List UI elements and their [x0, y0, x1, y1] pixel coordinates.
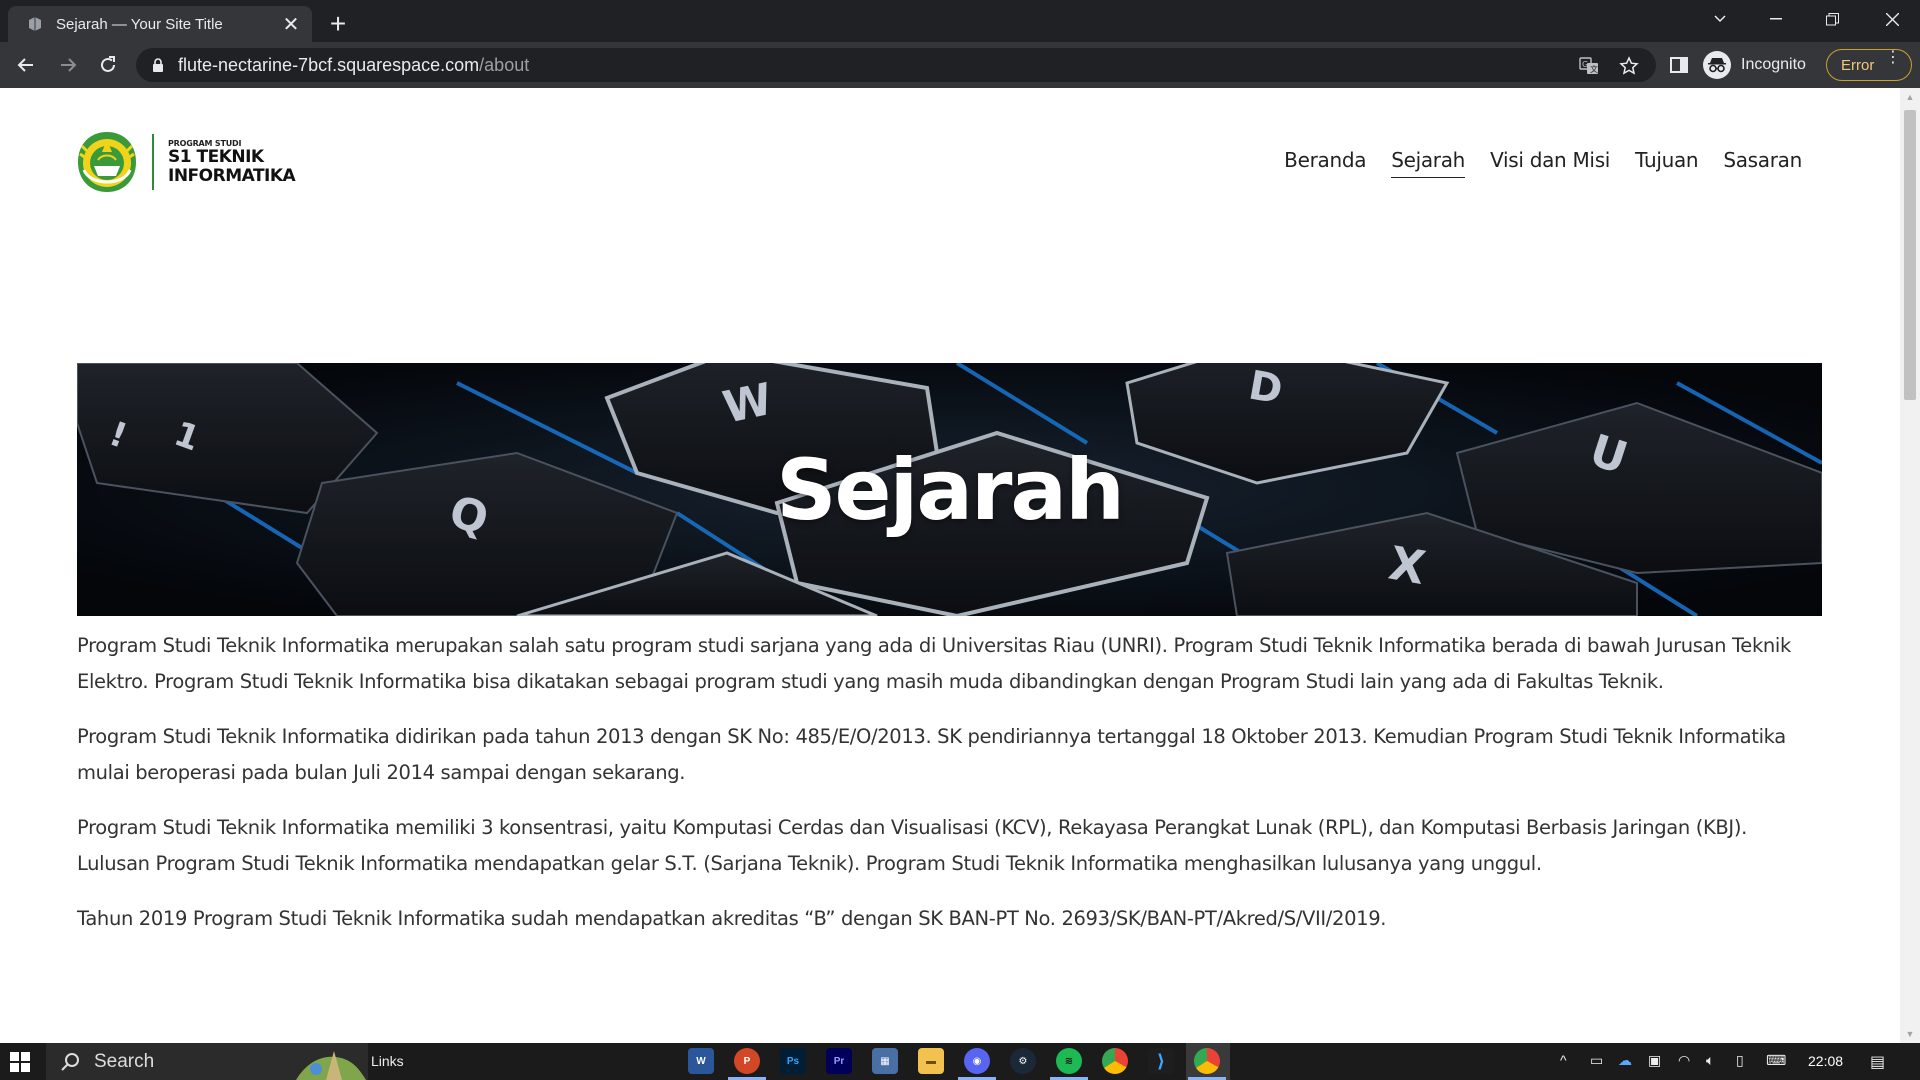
web-page: PROGRAM STUDI S1 TEKNIK INFORMATIKA Bera…	[0, 88, 1900, 1043]
tab-search-icon[interactable]	[1692, 0, 1748, 38]
site-navigation: Beranda Sejarah Visi dan Misi Tujuan Sas…	[1284, 148, 1802, 178]
display-icon[interactable]: ▣	[1648, 1052, 1661, 1069]
page-favicon-icon	[26, 15, 44, 33]
svg-text:文: 文	[1590, 64, 1598, 74]
steam-app-icon[interactable]: ⚙	[1010, 1048, 1036, 1074]
nav-sejarah[interactable]: Sejarah	[1391, 148, 1465, 178]
battery-icon[interactable]: ▭	[1590, 1052, 1603, 1069]
vscode-app-icon[interactable]: ⟩	[1148, 1048, 1174, 1074]
device-icon[interactable]: ▯	[1736, 1052, 1744, 1069]
svg-text:G: G	[1582, 60, 1588, 69]
scroll-down-icon[interactable]: ▼	[1905, 1029, 1915, 1039]
profile-label: Incognito	[1741, 56, 1806, 73]
side-panel-icon[interactable]	[1665, 51, 1693, 79]
close-window-button[interactable]	[1864, 0, 1920, 38]
discord-app-icon[interactable]: ◉	[964, 1048, 990, 1074]
chrome-app-icon[interactable]	[1102, 1048, 1128, 1074]
scrollbar-thumb[interactable]	[1904, 110, 1916, 400]
spotify-app-icon[interactable]: ≋	[1056, 1048, 1082, 1074]
logo-text: PROGRAM STUDI S1 TEKNIK INFORMATIKA	[168, 139, 296, 186]
tab-title: Sejarah — Your Site Title	[56, 15, 223, 33]
links-toolbar-label[interactable]: Links	[371, 1053, 404, 1069]
paragraph-2: Program Studi Teknik Informatika didirik…	[77, 725, 1786, 784]
hero-title: Sejarah	[776, 440, 1125, 539]
windows-taskbar: Search Links W P Ps Pr ▦ ▬ ◉ ⚙ ≋ ⟩ ^ ▭ ☁…	[0, 1043, 1920, 1080]
keyboard-icon[interactable]: ⌨	[1766, 1052, 1786, 1069]
forward-button[interactable]	[52, 49, 84, 81]
address-bar[interactable]: flute-nectarine-7bcf.squarespace.com/abo…	[136, 48, 1656, 82]
browser-toolbar: flute-nectarine-7bcf.squarespace.com/abo…	[0, 42, 1920, 88]
university-emblem-icon	[78, 132, 136, 192]
premiere-app-icon[interactable]: Pr	[826, 1048, 852, 1074]
nav-tujuan[interactable]: Tujuan	[1635, 148, 1699, 178]
photos-app-icon[interactable]: ▦	[872, 1048, 898, 1074]
photoshop-app-icon[interactable]: Ps	[780, 1048, 806, 1074]
system-clock[interactable]: 22:08	[1808, 1053, 1843, 1069]
paragraph-1: Program Studi Teknik Informatika merupak…	[77, 634, 1791, 693]
paragraph-3: Program Studi Teknik Informatika memilik…	[77, 816, 1747, 875]
back-button[interactable]	[10, 49, 42, 81]
scroll-up-icon[interactable]: ▲	[1905, 92, 1915, 102]
browser-chrome: Sejarah — Your Site Title ✕ + flute-nect…	[0, 0, 1920, 88]
article-content: Program Studi Teknik Informatika merupak…	[77, 628, 1822, 956]
incognito-profile[interactable]: Incognito	[1703, 49, 1806, 81]
search-icon	[61, 1052, 79, 1071]
logo-divider	[152, 134, 154, 190]
logo-line2: INFORMATIKA	[168, 165, 296, 186]
hero-banner: ! 1 Q W D U X Sejarah	[77, 363, 1822, 616]
logo-line1: S1 TEKNIK	[168, 146, 264, 167]
reload-button[interactable]	[92, 49, 124, 81]
taskbar-search[interactable]: Search	[46, 1043, 368, 1080]
close-tab-icon[interactable]: ✕	[280, 13, 302, 36]
search-highlight-illustration-icon	[296, 1051, 366, 1080]
volume-icon[interactable]: 🔈︎	[1706, 1052, 1714, 1069]
page-scrollbar[interactable]: ▲ ▼	[1900, 88, 1920, 1043]
restore-button[interactable]	[1804, 0, 1860, 38]
paragraph-4: Tahun 2019 Program Studi Teknik Informat…	[77, 907, 1387, 930]
browser-tab[interactable]: Sejarah — Your Site Title ✕	[8, 6, 312, 42]
show-hidden-icons-chevron-icon[interactable]: ^	[1560, 1052, 1567, 1068]
error-button[interactable]: Error ⋮	[1826, 49, 1912, 81]
nav-visi-dan-misi[interactable]: Visi dan Misi	[1490, 148, 1610, 178]
powerpoint-app-icon[interactable]: P	[734, 1048, 760, 1074]
tab-strip: Sejarah — Your Site Title ✕ +	[0, 0, 1920, 42]
site-logo[interactable]: PROGRAM STUDI S1 TEKNIK INFORMATIKA	[76, 130, 296, 194]
nav-beranda[interactable]: Beranda	[1284, 148, 1366, 178]
search-placeholder: Search	[94, 1050, 155, 1072]
url-path: /about	[479, 54, 530, 75]
bookmark-star-icon[interactable]	[1618, 55, 1640, 77]
word-app-icon[interactable]: W	[688, 1048, 714, 1074]
windows-start-icon[interactable]	[10, 1052, 30, 1072]
error-label: Error	[1841, 56, 1875, 74]
new-tab-button[interactable]: +	[322, 8, 354, 40]
minimize-button[interactable]	[1748, 0, 1804, 38]
chrome-incognito-app-icon[interactable]	[1194, 1048, 1220, 1074]
notification-icon[interactable]: ▤	[1870, 1052, 1885, 1072]
translate-icon[interactable]: 文G	[1578, 55, 1600, 77]
url-host: flute-nectarine-7bcf.squarespace.com	[178, 54, 480, 75]
menu-dots-icon[interactable]: ⋮	[1885, 50, 1901, 66]
onedrive-icon[interactable]: ☁	[1618, 1052, 1632, 1069]
lock-icon[interactable]	[152, 58, 164, 72]
wifi-icon[interactable]: ◠	[1678, 1052, 1690, 1069]
file-explorer-icon[interactable]: ▬	[918, 1048, 944, 1074]
incognito-icon	[1703, 51, 1731, 79]
nav-sasaran[interactable]: Sasaran	[1723, 148, 1802, 178]
